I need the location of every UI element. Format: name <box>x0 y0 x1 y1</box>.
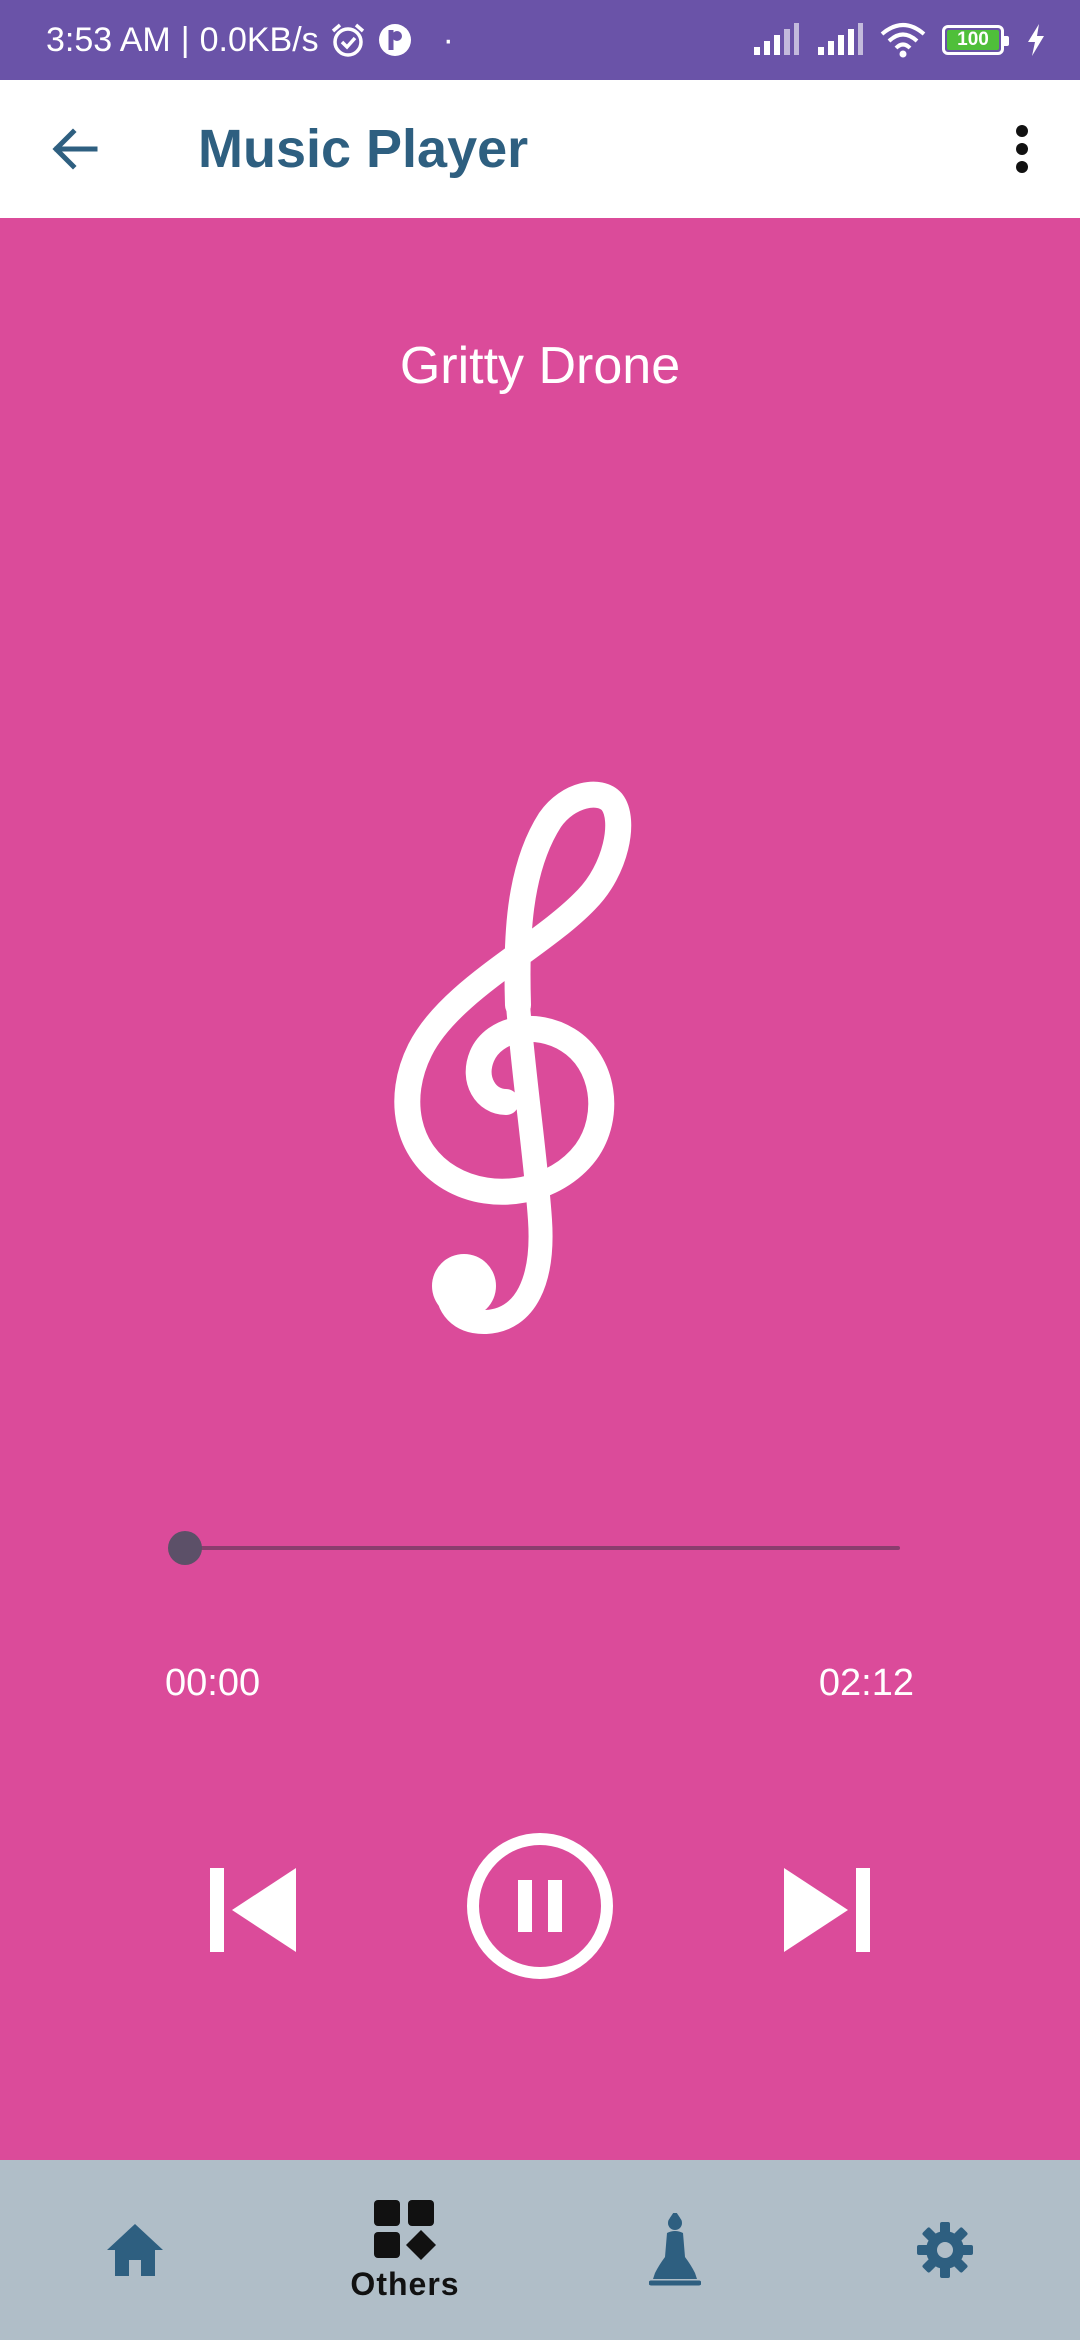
more-options-button[interactable] <box>992 114 1052 184</box>
meditation-icon <box>649 2213 701 2286</box>
network-speed: 0.0KB/s <box>199 20 319 59</box>
status-left: 3:53 AM | 0.0KB/s · <box>46 21 454 60</box>
song-title: Gritty Drone <box>399 337 681 395</box>
gear-icon <box>917 2222 973 2278</box>
nav-item-home[interactable] <box>0 2160 270 2340</box>
nav-item-others[interactable]: Others <box>270 2160 540 2340</box>
skip-next-icon <box>784 1868 870 1952</box>
nav-item-settings[interactable] <box>810 2160 1080 2340</box>
pause-icon <box>467 1833 613 1979</box>
app-notification-icon <box>377 22 413 58</box>
previous-button[interactable] <box>200 1858 304 1962</box>
nav-item-meditation[interactable] <box>540 2160 810 2340</box>
next-button[interactable] <box>776 1858 880 1962</box>
treble-clef-icon <box>390 780 690 1340</box>
bottom-nav: Others <box>0 2160 1080 2340</box>
seek-track[interactable] <box>186 1546 900 1550</box>
back-arrow-icon <box>52 128 98 170</box>
signal-icon <box>816 23 864 57</box>
charging-icon <box>1026 24 1046 56</box>
seek-bar[interactable] <box>168 1530 900 1566</box>
grid-icon <box>374 2199 436 2260</box>
status-bar: 3:53 AM | 0.0KB/s · 100 <box>0 0 1080 80</box>
back-button[interactable] <box>40 114 110 184</box>
signal-icon <box>752 23 800 57</box>
battery-level: 100 <box>947 29 999 50</box>
pause-button[interactable] <box>464 1830 616 1982</box>
status-right: 100 <box>752 22 1046 58</box>
skip-previous-icon <box>210 1868 296 1952</box>
app-bar: Music Player <box>0 80 1080 218</box>
status-time: 3:53 AM <box>46 20 171 59</box>
alarm-icon <box>329 21 367 59</box>
page-title: Music Player <box>198 119 529 179</box>
wifi-icon <box>880 22 926 58</box>
more-vert-icon <box>1016 125 1028 173</box>
nav-label-others: Others <box>350 2265 460 2302</box>
status-dot: · <box>442 20 454 59</box>
playback-controls <box>0 1830 1080 1990</box>
battery-icon: 100 <box>942 25 1009 55</box>
seek-thumb[interactable] <box>168 1531 202 1565</box>
home-icon <box>107 2224 163 2276</box>
status-separator: | <box>180 20 190 59</box>
current-time: 00:00 <box>165 1662 261 1704</box>
total-time: 02:12 <box>818 1662 914 1704</box>
